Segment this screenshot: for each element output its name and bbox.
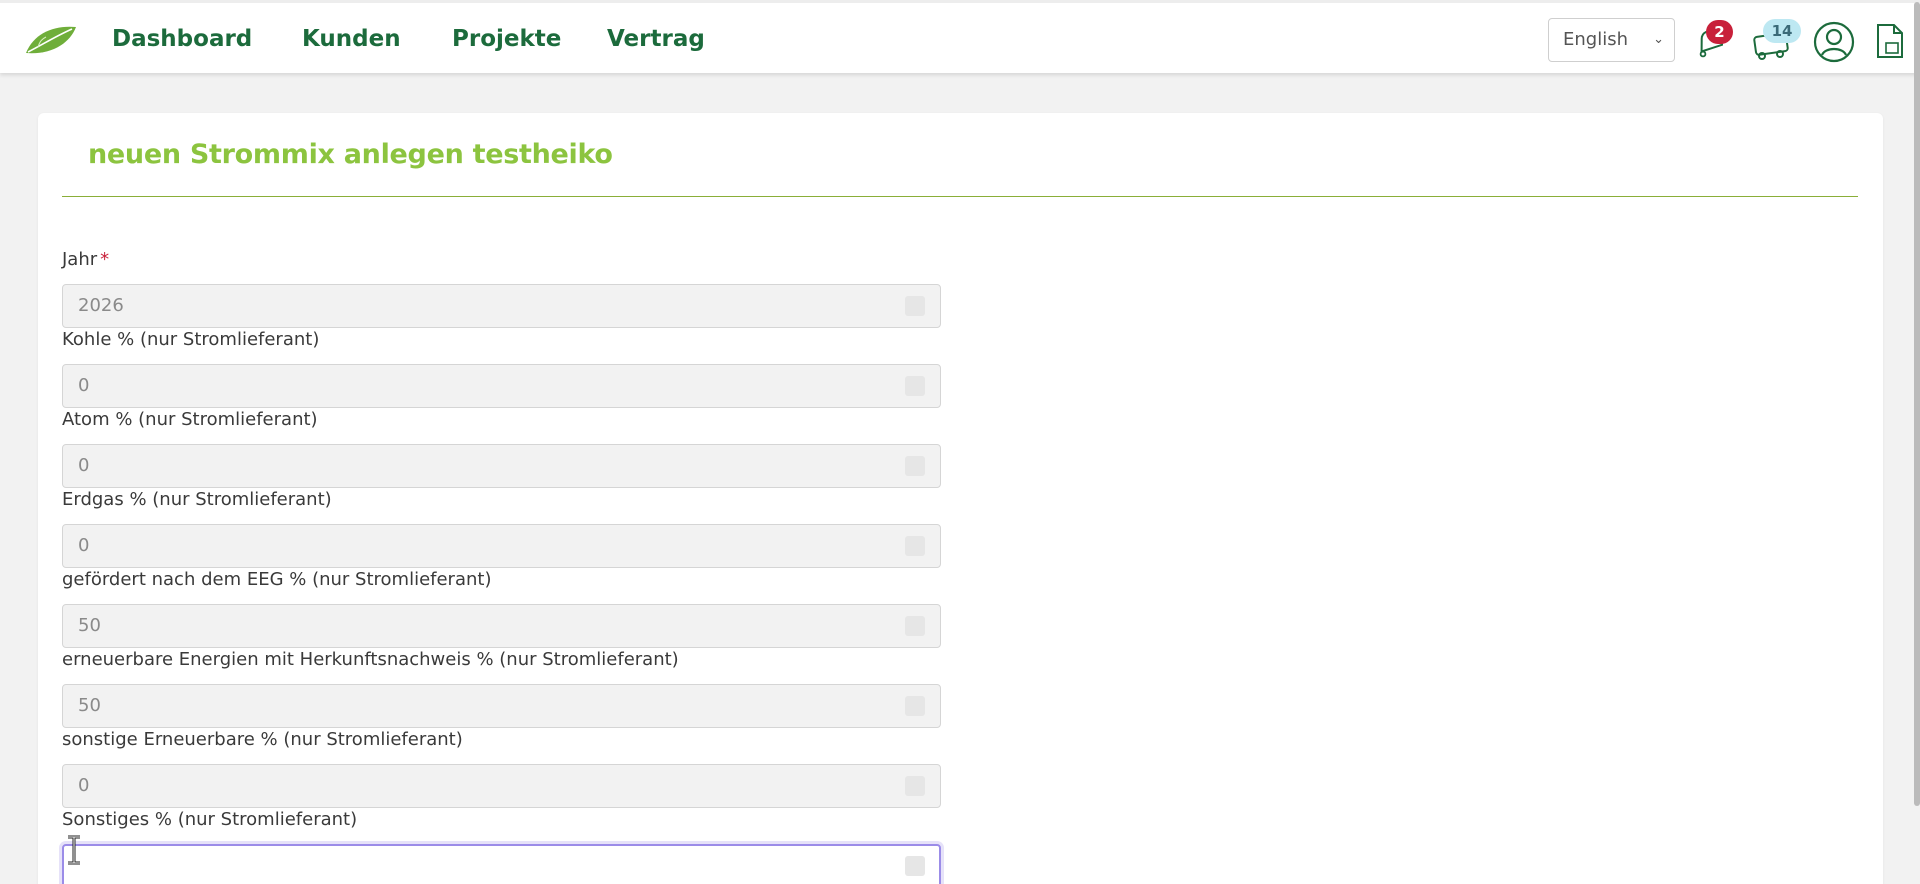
documents-button[interactable] [1874,23,1906,63]
chevron-down-icon: ⌄ [1653,32,1664,47]
nav-kunden[interactable]: Kunden [302,26,401,52]
user-icon [1813,21,1855,63]
nav-dashboard[interactable]: Dashboard [112,26,252,52]
spinner-arrows-icon[interactable] [905,296,925,316]
page-title: neuen Strommix anlegen testheiko [88,139,613,170]
spinner-arrows-icon[interactable] [905,376,925,396]
sonstige-erneuerbare-input[interactable]: 0 [62,764,941,808]
text-cursor-icon [68,835,80,865]
field-label-sonstiges: Sonstiges % (nur Stromlieferant) [62,809,358,830]
input-value: 0 [78,535,90,556]
field-label-eeg: gefördert nach dem EEG % (nur Stromliefe… [62,569,492,590]
input-value: 0 [78,775,90,796]
page-scrollbar[interactable] [1914,2,1920,806]
field-label-herkunftsnachweis: erneuerbare Energien mit Herkunftsnachwe… [62,649,679,670]
herkunftsnachweis-input[interactable]: 50 [62,684,941,728]
language-select[interactable]: English ⌄ [1548,18,1675,62]
spinner-arrows-icon[interactable] [905,456,925,476]
atom-input[interactable]: 0 [62,444,941,488]
spinner-arrows-icon[interactable] [905,856,925,876]
top-navbar: Dashboard Kunden Projekte Vertrag Englis… [0,0,1920,73]
input-value: 50 [78,695,101,716]
spinner-arrows-icon[interactable] [905,776,925,796]
document-icon [1877,24,1903,58]
spinner-arrows-icon[interactable] [905,616,925,636]
field-label-erdgas: Erdgas % (nur Stromlieferant) [62,489,332,510]
form-card: neuen Strommix anlegen testheiko Jahr * 2… [38,113,1883,884]
erdgas-input[interactable]: 0 [62,524,941,568]
notifications-badge: 2 [1706,20,1733,44]
required-mark: * [100,249,110,270]
eeg-input[interactable]: 50 [62,604,941,648]
messages-badge: 14 [1763,19,1801,43]
input-value: 0 [78,455,90,476]
spinner-arrows-icon[interactable] [905,536,925,556]
input-value: 0 [78,375,90,396]
language-value: English [1563,29,1628,50]
sonstiges-input[interactable] [62,844,941,884]
kohle-input[interactable]: 0 [62,364,941,408]
field-label-sonstige-erneuerbare: sonstige Erneuerbare % (nur Stromliefera… [62,729,463,750]
nav-vertrag[interactable]: Vertrag [607,26,705,52]
jahr-input[interactable]: 2026 [62,284,941,328]
nav-projekte[interactable]: Projekte [452,26,561,52]
input-value: 50 [78,615,101,636]
field-label-text: Jahr [62,249,98,270]
spinner-arrows-icon[interactable] [905,696,925,716]
field-label-atom: Atom % (nur Stromlieferant) [62,409,318,430]
field-label-kohle: Kohle % (nur Stromlieferant) [62,329,320,350]
leaf-logo-icon[interactable] [24,23,78,57]
title-divider [62,196,1858,197]
input-value: 2026 [78,295,124,316]
user-profile-button[interactable] [1813,21,1855,67]
field-label-jahr: Jahr * [62,249,109,270]
